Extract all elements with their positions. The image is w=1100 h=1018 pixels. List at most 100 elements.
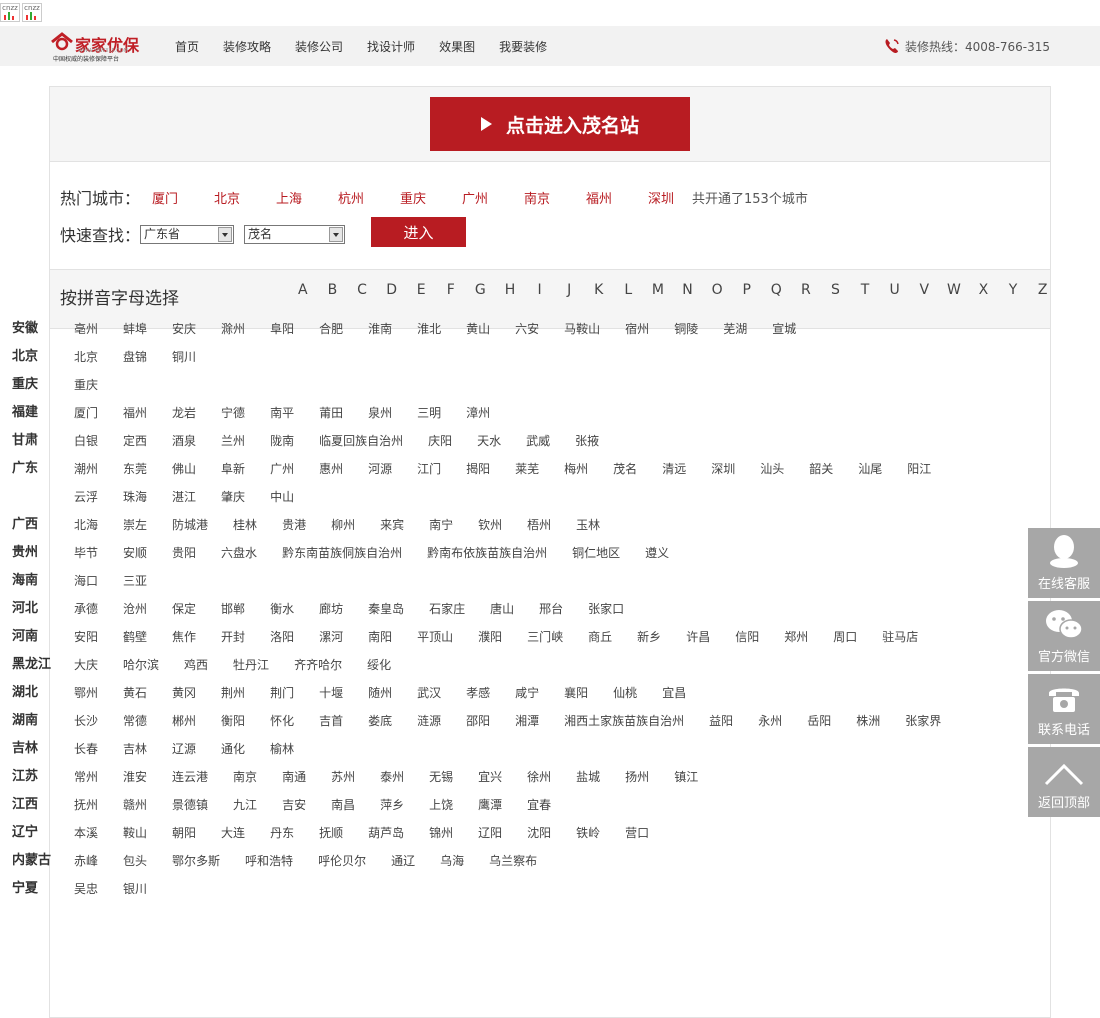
city-link[interactable]: 铜川 bbox=[172, 346, 196, 374]
letter-j[interactable]: J bbox=[554, 282, 584, 298]
city-link[interactable]: 黄冈 bbox=[172, 682, 196, 710]
city-link[interactable]: 承德 bbox=[74, 598, 98, 626]
city-link[interactable]: 濮阳 bbox=[478, 626, 502, 654]
city-link[interactable]: 仙桃 bbox=[613, 682, 637, 710]
city-link[interactable]: 铁岭 bbox=[576, 822, 600, 850]
city-link[interactable]: 镇江 bbox=[674, 766, 698, 794]
city-link[interactable]: 淮北 bbox=[417, 318, 441, 346]
city-link[interactable]: 信阳 bbox=[735, 626, 759, 654]
city-link[interactable]: 黄石 bbox=[123, 682, 147, 710]
city-link[interactable]: 珠海 bbox=[123, 486, 147, 514]
city-link[interactable]: 海口 bbox=[74, 570, 98, 598]
letter-n[interactable]: N bbox=[673, 282, 703, 298]
city-link[interactable]: 阜阳 bbox=[270, 318, 294, 346]
dropdown-arrow-icon[interactable] bbox=[218, 226, 233, 242]
letter-l[interactable]: L bbox=[614, 282, 644, 298]
city-link[interactable]: 南京 bbox=[233, 766, 257, 794]
city-link[interactable]: 湛江 bbox=[172, 486, 196, 514]
city-link[interactable]: 连云港 bbox=[172, 766, 208, 794]
city-link[interactable]: 铜陵 bbox=[674, 318, 698, 346]
city-link[interactable]: 庆阳 bbox=[428, 430, 452, 458]
city-link[interactable]: 汕头 bbox=[760, 458, 784, 486]
letter-d[interactable]: D bbox=[377, 282, 407, 298]
city-link[interactable]: 廊坊 bbox=[319, 598, 343, 626]
city-link[interactable]: 衡阳 bbox=[221, 710, 245, 738]
city-link[interactable]: 乌兰察布 bbox=[489, 850, 537, 878]
city-link[interactable]: 玉林 bbox=[576, 514, 600, 542]
city-link[interactable]: 上饶 bbox=[429, 794, 453, 822]
nav-home[interactable]: 首页 bbox=[175, 38, 199, 55]
city-link[interactable]: 丹东 bbox=[270, 822, 294, 850]
city-link[interactable]: 黄山 bbox=[466, 318, 490, 346]
nav-guide[interactable]: 装修攻略 bbox=[223, 38, 271, 55]
city-link[interactable]: 呼和浩特 bbox=[245, 850, 293, 878]
city-link[interactable]: 常州 bbox=[74, 766, 98, 794]
city-link[interactable]: 阜新 bbox=[221, 458, 245, 486]
city-link[interactable]: 辽源 bbox=[172, 738, 196, 766]
city-link[interactable]: 陇南 bbox=[270, 430, 294, 458]
letter-h[interactable]: H bbox=[495, 282, 525, 298]
phone-button[interactable]: 联系电话 bbox=[1028, 674, 1100, 744]
city-link[interactable]: 宜兴 bbox=[478, 766, 502, 794]
city-link[interactable]: 来宾 bbox=[380, 514, 404, 542]
city-link[interactable]: 鄂尔多斯 bbox=[172, 850, 220, 878]
city-link[interactable]: 莱芜 bbox=[515, 458, 539, 486]
city-link[interactable]: 湘潭 bbox=[515, 710, 539, 738]
city-link[interactable]: 宜昌 bbox=[662, 682, 686, 710]
letter-v[interactable]: V bbox=[909, 282, 939, 298]
city-link[interactable]: 吉安 bbox=[282, 794, 306, 822]
city-link[interactable]: 云浮 bbox=[74, 486, 98, 514]
city-link[interactable]: 十堰 bbox=[319, 682, 343, 710]
city-link[interactable]: 赣州 bbox=[123, 794, 147, 822]
city-link[interactable]: 周口 bbox=[833, 626, 857, 654]
letter-i[interactable]: I bbox=[525, 282, 555, 298]
city-link[interactable]: 铜仁地区 bbox=[572, 542, 620, 570]
hot-city-link[interactable]: 厦门 bbox=[152, 188, 214, 207]
nav-gallery[interactable]: 效果图 bbox=[439, 38, 475, 55]
city-link[interactable]: 沧州 bbox=[123, 598, 147, 626]
city-link[interactable]: 宁德 bbox=[221, 402, 245, 430]
wechat-button[interactable]: 官方微信 bbox=[1028, 601, 1100, 671]
city-link[interactable]: 亳州 bbox=[74, 318, 98, 346]
letter-o[interactable]: O bbox=[702, 282, 732, 298]
city-link[interactable]: 兰州 bbox=[221, 430, 245, 458]
city-link[interactable]: 定西 bbox=[123, 430, 147, 458]
city-link[interactable]: 三明 bbox=[417, 402, 441, 430]
city-link[interactable]: 益阳 bbox=[709, 710, 733, 738]
city-link[interactable]: 安庆 bbox=[172, 318, 196, 346]
city-link[interactable]: 宜春 bbox=[527, 794, 551, 822]
city-link[interactable]: 葫芦岛 bbox=[368, 822, 404, 850]
enter-city-button[interactable]: 点击进入茂名站 bbox=[430, 97, 690, 151]
city-link[interactable]: 福州 bbox=[123, 402, 147, 430]
city-link[interactable]: 孝感 bbox=[466, 682, 490, 710]
city-link[interactable]: 武威 bbox=[526, 430, 550, 458]
city-link[interactable]: 南昌 bbox=[331, 794, 355, 822]
city-link[interactable]: 安阳 bbox=[74, 626, 98, 654]
city-link[interactable]: 银川 bbox=[123, 878, 147, 906]
city-link[interactable]: 芜湖 bbox=[723, 318, 747, 346]
logo[interactable]: 家家优保 WWW.YBW315.COM 中国权威的装修保障平台 bbox=[50, 32, 150, 63]
city-link[interactable]: 贵港 bbox=[282, 514, 306, 542]
city-link[interactable]: 梅州 bbox=[564, 458, 588, 486]
letter-t[interactable]: T bbox=[850, 282, 880, 298]
city-link[interactable]: 吉首 bbox=[319, 710, 343, 738]
letter-k[interactable]: K bbox=[584, 282, 614, 298]
letter-m[interactable]: M bbox=[643, 282, 673, 298]
city-link[interactable]: 天水 bbox=[477, 430, 501, 458]
city-link[interactable]: 平顶山 bbox=[417, 626, 453, 654]
hot-city-link[interactable]: 杭州 bbox=[338, 188, 400, 207]
city-link[interactable]: 南通 bbox=[282, 766, 306, 794]
hot-city-link[interactable]: 南京 bbox=[524, 188, 586, 207]
city-link[interactable]: 鸡西 bbox=[184, 654, 208, 682]
city-link[interactable]: 牡丹江 bbox=[233, 654, 269, 682]
letter-x[interactable]: X bbox=[969, 282, 999, 298]
city-link[interactable]: 龙岩 bbox=[172, 402, 196, 430]
city-link[interactable]: 商丘 bbox=[588, 626, 612, 654]
city-link[interactable]: 三亚 bbox=[123, 570, 147, 598]
letter-f[interactable]: F bbox=[436, 282, 466, 298]
city-link[interactable]: 江门 bbox=[417, 458, 441, 486]
city-link[interactable]: 中山 bbox=[270, 486, 294, 514]
city-link[interactable]: 株洲 bbox=[856, 710, 880, 738]
go-button[interactable]: 进入 bbox=[371, 217, 467, 247]
city-link[interactable]: 盐城 bbox=[576, 766, 600, 794]
